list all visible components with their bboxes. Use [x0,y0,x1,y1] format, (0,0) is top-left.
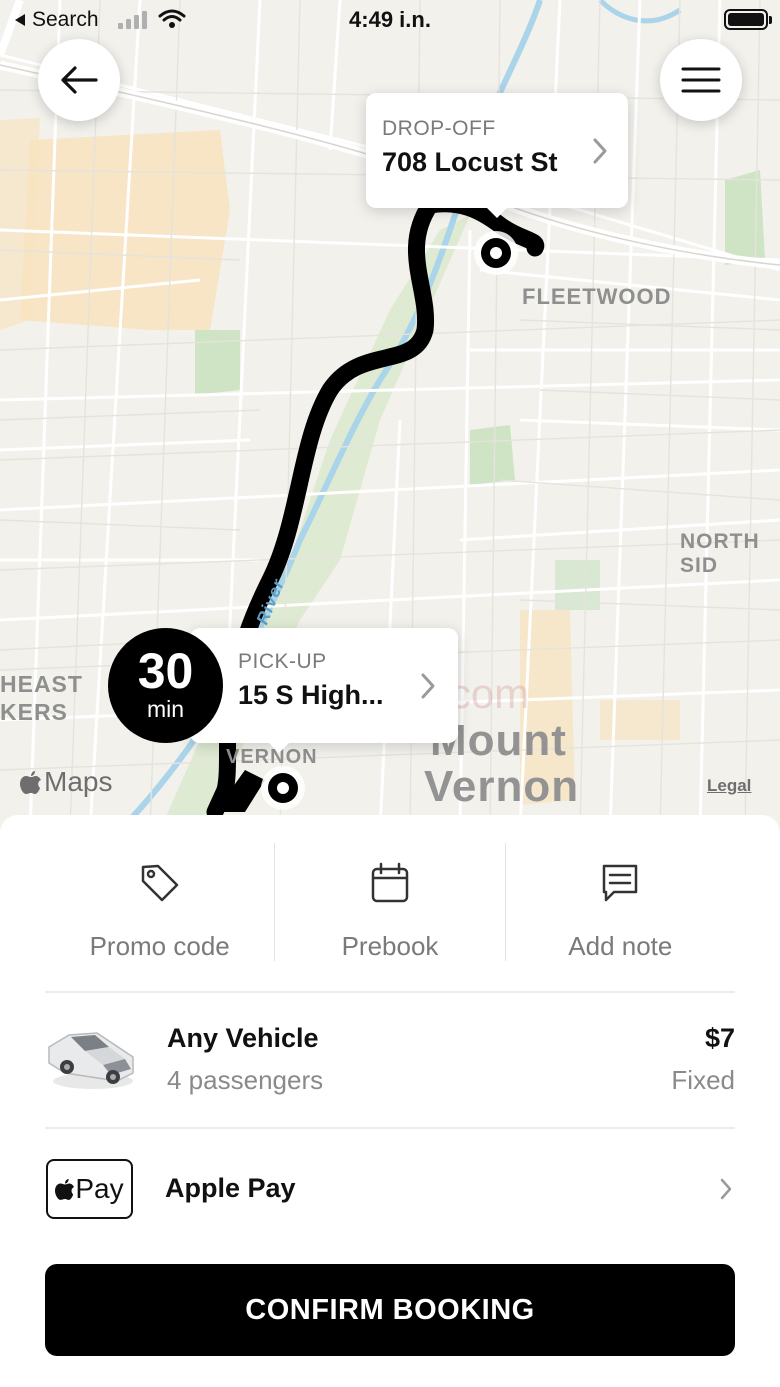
dropoff-address: 708 Locust St [382,147,558,177]
pickup-address: 15 S High... [238,680,384,710]
eta-value: 30 [137,643,194,699]
promo-code-label: Promo code [89,931,230,961]
car-icon [48,1032,134,1089]
battery-icon [724,9,772,30]
add-note-label: Add note [568,931,673,961]
vehicle-name: Any Vehicle [167,1023,319,1053]
apple-maps-logo: Maps [20,766,112,798]
add-note-button[interactable]: Add note [506,843,735,963]
status-time: 4:49 i.n. [349,7,431,32]
hamburger-menu-icon [681,67,721,93]
menu-button[interactable] [660,39,742,121]
legal-link[interactable]: Legal [707,776,751,796]
map-label-heast: HEAST [0,671,83,697]
maps-logo-text: Maps [44,766,113,797]
booking-sheet: Promo code Prebook Add note Any Vehicle … [0,815,780,1387]
apple-pay-badge-text: Pay [75,1173,124,1204]
eta-badge: 30 min [108,628,223,743]
dropoff-callout[interactable]: DROP-OFF 708 Locust St [366,93,628,218]
vehicle-price: $7 [704,1023,735,1053]
action-bar: Promo code Prebook Add note [45,843,735,963]
map-label-fleetwood: FLEETWOOD [522,284,672,309]
vehicle-option[interactable]: Any Vehicle 4 passengers $7 Fixed [45,1015,735,1115]
vehicle-price-type: Fixed [671,1065,735,1095]
message-icon [603,864,638,902]
back-button[interactable] [38,39,120,121]
eta-unit: min [146,696,185,722]
tag-icon [141,864,178,902]
calendar-icon [371,862,409,903]
map-label-kers: KERS [0,699,68,725]
apple-pay-badge: Pay [46,1159,133,1219]
payment-method-row[interactable]: Pay Apple Pay [45,1158,735,1220]
map-label-north-side: NORTH SID [680,530,760,577]
prebook-button[interactable]: Prebook [275,843,504,963]
chevron-right-icon [593,138,607,163]
vehicle-capacity: 4 passengers [167,1065,324,1095]
chevron-right-icon [720,1178,732,1200]
chevron-right-icon [421,673,435,698]
divider [45,1127,735,1129]
arrow-left-icon [61,66,98,94]
divider [45,991,735,993]
confirm-booking-button[interactable]: CONFIRM BOOKING [45,1264,735,1356]
payment-method-name: Apple Pay [165,1173,296,1203]
pickup-caption: PICK-UP [238,650,327,673]
status-bar: Search 4:49 i.n. [0,0,780,40]
pickup-callout[interactable]: PICK-UP 15 S High... [190,628,458,753]
promo-code-button[interactable]: Promo code [45,843,274,963]
dropoff-caption: DROP-OFF [382,117,496,140]
apple-logo-icon [55,1179,75,1200]
apple-logo-icon [20,771,41,794]
prebook-label: Prebook [341,931,439,961]
route-map[interactable]: Search 4:49 i.n. DROP-OFF 708 Locust St … [0,0,780,830]
map-label-vernon: Vernon [424,762,580,811]
